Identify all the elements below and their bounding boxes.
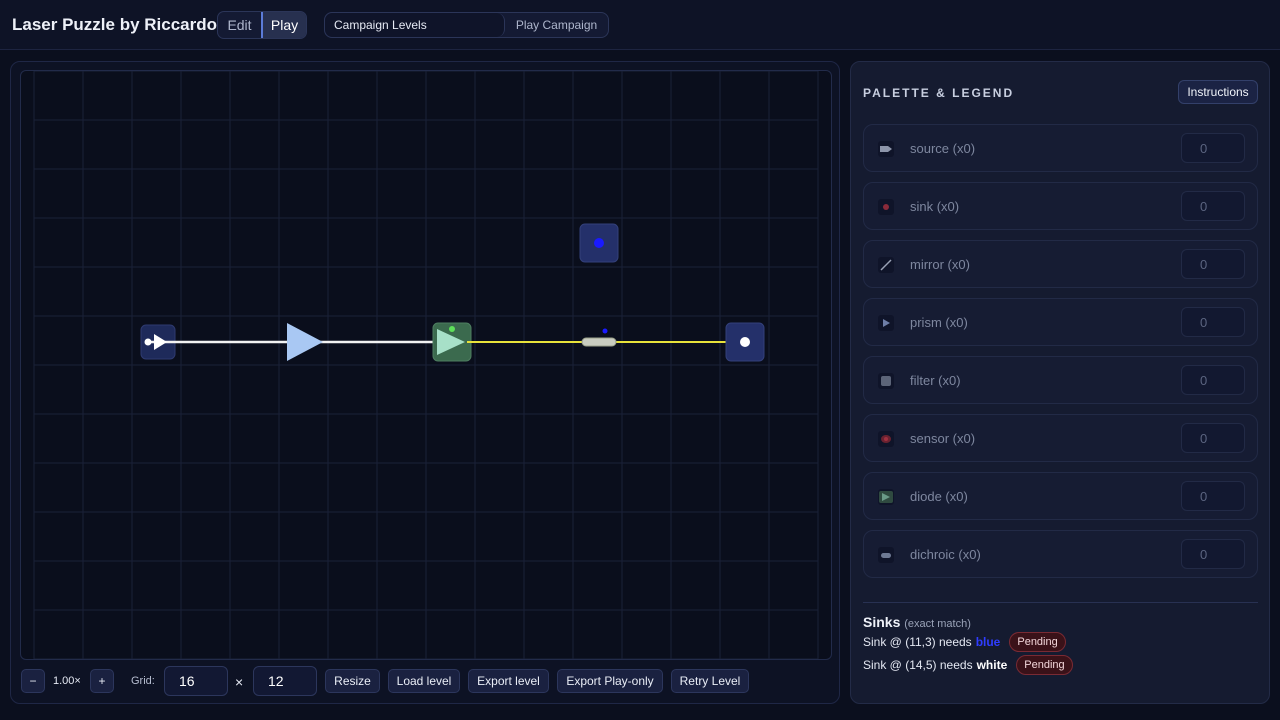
prism[interactable]	[287, 323, 323, 361]
palette-item-label: prism (x0)	[910, 315, 968, 330]
export-level-button[interactable]: Export level	[468, 669, 549, 693]
palette-item-count[interactable]: 0	[1181, 191, 1245, 221]
status-badge: Pending	[1009, 632, 1066, 652]
sink-requirement: Sink @ (11,3) needs	[863, 635, 972, 649]
palette-item-label: sensor (x0)	[910, 431, 976, 446]
sinks-title: Sinks (exact match)	[863, 614, 971, 630]
palette-item-label: filter (x0)	[910, 373, 961, 388]
play-campaign-button[interactable]: Play Campaign	[505, 13, 608, 37]
palette-item-count[interactable]: 0	[1181, 365, 1245, 395]
retry-level-button[interactable]: Retry Level	[671, 669, 749, 693]
campaign-controls: Campaign Levels Play Campaign	[324, 12, 609, 38]
sink-blue[interactable]	[579, 223, 619, 263]
grid-height-value: 12	[268, 673, 284, 689]
zoom-out-button[interactable]: −	[21, 669, 45, 693]
mode-toggle: Edit Play	[217, 11, 307, 39]
palette-item-prism[interactable]: prism (x0) 0	[863, 298, 1258, 346]
export-play-only-button[interactable]: Export Play-only	[557, 669, 663, 693]
times-sign: ×	[235, 674, 244, 690]
grid-label: Grid:	[131, 675, 155, 687]
diode-icon	[878, 489, 894, 505]
palette-item-mirror[interactable]: mirror (x0) 0	[863, 240, 1258, 288]
filter-icon	[878, 373, 894, 389]
source-icon	[878, 141, 894, 157]
edit-mode-button[interactable]: Edit	[218, 12, 261, 38]
palette-item-filter[interactable]: filter (x0) 0	[863, 356, 1258, 404]
dichroic-icon	[878, 547, 894, 563]
diode[interactable]	[432, 322, 472, 362]
divider	[863, 602, 1258, 603]
sink-status-row: Sink @ (14,5) needs white Pending	[863, 655, 1073, 675]
palette-item-label: dichroic (x0)	[910, 547, 981, 562]
grid-width-value: 16	[179, 673, 195, 689]
campaign-select[interactable]: Campaign Levels	[325, 13, 505, 37]
status-badge: Pending	[1016, 655, 1073, 675]
zoom-in-button[interactable]: +	[90, 669, 114, 693]
palette-item-dichroic[interactable]: dichroic (x0) 0	[863, 530, 1258, 578]
sink-requirement: Sink @ (14,5) needs	[863, 658, 973, 672]
sink-white[interactable]	[725, 322, 765, 362]
top-bar: Laser Puzzle by Riccardo Edit Play Campa…	[0, 0, 1280, 50]
palette-title: PALETTE & LEGEND	[863, 86, 1015, 100]
board-canvas[interactable]	[21, 71, 832, 660]
palette-item-label: mirror (x0)	[910, 257, 970, 272]
mirror-icon	[878, 257, 894, 273]
palette-item-label: diode (x0)	[910, 489, 968, 504]
sink-color-name: blue	[975, 635, 1001, 649]
palette-item-count[interactable]: 0	[1181, 481, 1245, 511]
prism-icon	[878, 315, 894, 331]
load-level-button[interactable]: Load level	[388, 669, 460, 693]
palette-item-count[interactable]: 0	[1181, 423, 1245, 453]
palette-item-count[interactable]: 0	[1181, 249, 1245, 279]
palette-item-count[interactable]: 0	[1181, 307, 1245, 337]
sinks-subtitle: (exact match)	[904, 618, 971, 630]
app-title: Laser Puzzle by Riccardo	[12, 15, 218, 34]
game-board[interactable]	[20, 70, 832, 660]
palette-item-source[interactable]: source (x0) 0	[863, 124, 1258, 172]
resize-button[interactable]: Resize	[325, 669, 380, 693]
board-toolbar: − 1.00× + Grid: 16 × 12 Resize Load leve…	[19, 666, 829, 696]
grid-height-input[interactable]: 12	[253, 666, 317, 696]
palette-item-count[interactable]: 0	[1181, 539, 1245, 569]
palette-item-diode[interactable]: diode (x0) 0	[863, 472, 1258, 520]
sink-status-row: Sink @ (11,3) needs blue Pending	[863, 632, 1066, 652]
sink-color-name: white	[976, 658, 1008, 672]
palette-item-label: source (x0)	[910, 141, 976, 156]
palette-panel: PALETTE & LEGEND Instructions source (x0…	[850, 61, 1270, 704]
sink-icon	[878, 199, 894, 215]
board-panel: − 1.00× + Grid: 16 × 12 Resize Load leve…	[10, 61, 840, 704]
palette-item-sensor[interactable]: sensor (x0) 0	[863, 414, 1258, 462]
zoom-level: 1.00×	[53, 675, 81, 687]
palette-item-count[interactable]: 0	[1181, 133, 1245, 163]
sinks-heading: Sinks	[863, 614, 901, 630]
palette-item-sink[interactable]: sink (x0) 0	[863, 182, 1258, 230]
grid-width-input[interactable]: 16	[164, 666, 228, 696]
sensor-icon	[878, 431, 894, 447]
play-mode-button[interactable]: Play	[261, 12, 306, 38]
palette-item-label: sink (x0)	[910, 199, 960, 214]
instructions-button[interactable]: Instructions	[1178, 80, 1258, 104]
grid-lines	[33, 71, 819, 659]
dichroic[interactable]	[581, 328, 617, 347]
